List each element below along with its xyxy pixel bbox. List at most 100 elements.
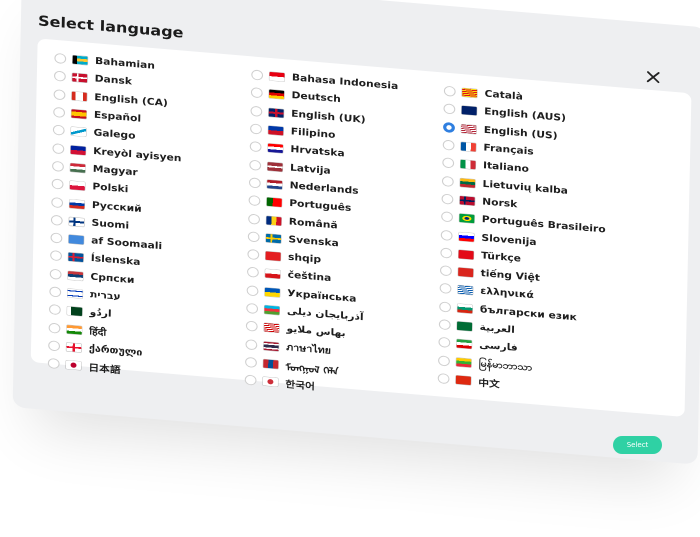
radio-button[interactable] [52, 142, 65, 154]
language-label: Italiano [482, 160, 529, 176]
somalia-flag-icon [68, 234, 84, 245]
language-label: Deutsch [291, 90, 341, 106]
language-label: فارسی [479, 340, 518, 354]
radio-button[interactable] [51, 196, 64, 208]
language-label: ภาษาไทย [286, 342, 332, 357]
language-label: العربية [479, 322, 515, 336]
radio-button[interactable] [443, 103, 456, 115]
radio-button[interactable] [52, 124, 65, 136]
radio-button[interactable] [51, 160, 64, 172]
georgia-flag-icon [66, 342, 82, 353]
canada-flag-icon [71, 91, 87, 101]
radio-button[interactable] [49, 268, 62, 280]
close-icon[interactable] [644, 69, 661, 85]
radio-button[interactable] [246, 302, 259, 315]
radio-button[interactable] [54, 52, 67, 65]
radio-button[interactable] [251, 69, 264, 81]
iran-flag-icon [456, 339, 472, 350]
radio-button[interactable] [248, 213, 261, 225]
language-label: بهاس ملايو [286, 324, 346, 340]
radio-button[interactable] [439, 301, 452, 313]
radio-button[interactable] [441, 175, 454, 187]
radio-button[interactable] [441, 211, 454, 223]
radio-button[interactable] [443, 121, 455, 133]
radio-button[interactable] [440, 247, 453, 259]
radio-button[interactable] [439, 265, 452, 277]
radio-button[interactable] [250, 87, 263, 99]
radio-button[interactable] [53, 70, 66, 83]
radio-button[interactable] [439, 283, 452, 295]
radio-button[interactable] [247, 249, 260, 261]
radio-button[interactable] [245, 320, 258, 333]
language-label: ελληνικά [480, 286, 534, 302]
language-column-2: Bahasa Indonesia Deutsch English (UK) Filip… [244, 66, 399, 401]
radio-button[interactable] [438, 319, 451, 331]
radio-button[interactable] [48, 322, 61, 334]
radio-button[interactable] [246, 266, 259, 279]
language-column-3: Català English (AUS) English (US) Français I… [437, 82, 609, 401]
radio-button[interactable] [244, 374, 257, 386]
radio-button[interactable] [249, 141, 262, 153]
iceland-flag-icon [68, 252, 84, 263]
radio-button[interactable] [249, 159, 262, 171]
select-button[interactable]: Select [613, 436, 662, 454]
radio-button[interactable] [438, 336, 451, 349]
radio-button[interactable] [442, 157, 455, 169]
language-label: Dansk [94, 74, 133, 88]
radio-button[interactable] [440, 229, 453, 241]
language-label: Bahamian [94, 56, 156, 72]
radio-button[interactable] [246, 284, 259, 297]
language-label: Filipino [290, 126, 336, 141]
radio-button[interactable] [245, 338, 258, 350]
language-label: Galego [93, 128, 136, 142]
radio-button[interactable] [53, 88, 66, 101]
brazil-flag-icon [459, 213, 475, 224]
radio-button[interactable] [441, 193, 454, 205]
language-label: 한국어 [285, 379, 315, 393]
azerbaijan-flag-icon [264, 305, 280, 315]
poland-flag-icon [69, 181, 85, 191]
radio-button[interactable] [50, 214, 63, 226]
usa-flag-icon [461, 124, 477, 134]
radio-button[interactable] [247, 231, 260, 243]
language-label: Русский [91, 199, 142, 215]
language-label: Magyar [92, 164, 138, 179]
bahamas-flag-icon [72, 55, 88, 66]
radio-button[interactable] [437, 354, 450, 367]
spain-flag-icon [71, 109, 87, 119]
philippines-flag-icon [268, 125, 284, 136]
language-list-panel: Bahamian Dansk English (CA) Español Galego Kr… [30, 38, 692, 418]
radio-button[interactable] [48, 340, 61, 352]
radio-button[interactable] [442, 139, 455, 151]
radio-button[interactable] [437, 372, 450, 385]
radio-button[interactable] [245, 356, 257, 368]
italy-flag-icon [460, 159, 476, 170]
china-flag-icon [455, 375, 471, 385]
portugal-flag-icon [266, 197, 282, 208]
radio-button[interactable] [443, 85, 456, 97]
radio-button[interactable] [50, 232, 63, 244]
czech-flag-icon [265, 269, 281, 280]
norway-flag-icon [459, 195, 475, 206]
language-column-1: Bahamian Dansk English (CA) Español Galego Kr… [47, 49, 184, 383]
radio-button[interactable] [248, 195, 261, 207]
serbia-flag-icon [67, 270, 84, 281]
language-label: Nederlands [289, 180, 359, 197]
slovenia-flag-icon [458, 231, 475, 242]
radio-button[interactable] [47, 358, 60, 370]
radio-button[interactable] [53, 106, 66, 119]
radio-button[interactable] [248, 177, 261, 189]
language-label: Polski [92, 182, 129, 196]
language-label: English (US) [483, 125, 558, 142]
radio-button[interactable] [51, 178, 64, 190]
dialog-title: Select language [37, 12, 184, 42]
language-label: Hrvatska [290, 144, 345, 160]
language-label: Slovenija [481, 232, 537, 248]
radio-button[interactable] [48, 304, 61, 316]
radio-button[interactable] [250, 123, 263, 135]
bulgaria-flag-icon [457, 303, 473, 314]
finland-flag-icon [69, 216, 85, 227]
radio-button[interactable] [250, 105, 263, 117]
radio-button[interactable] [50, 250, 63, 262]
radio-button[interactable] [49, 286, 62, 298]
